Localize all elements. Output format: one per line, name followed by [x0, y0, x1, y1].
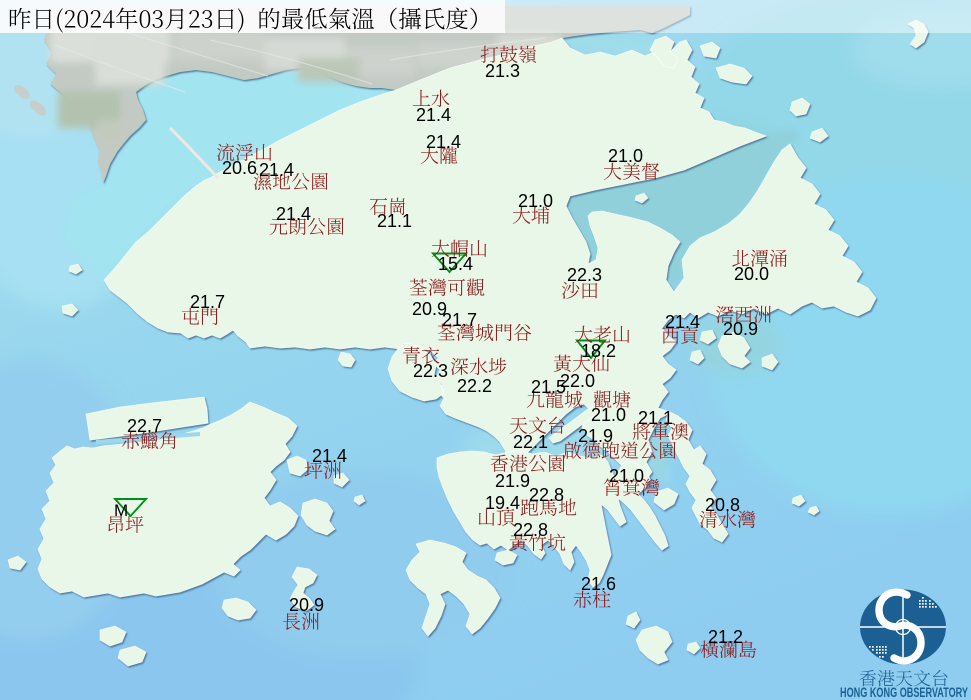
- svg-text:HONG KONG OBSERVATORY: HONG KONG OBSERVATORY: [840, 685, 968, 700]
- svg-text:22.7: 22.7: [127, 416, 162, 436]
- svg-text:22.1: 22.1: [513, 432, 548, 452]
- svg-text:21.5: 21.5: [531, 377, 566, 397]
- svg-text:21.4: 21.4: [416, 105, 451, 125]
- svg-text:20.9: 20.9: [289, 595, 324, 615]
- svg-text:22.3: 22.3: [567, 265, 602, 285]
- svg-text:21.9: 21.9: [578, 426, 613, 446]
- svg-text:21.6: 21.6: [581, 574, 616, 594]
- svg-text:20.6: 20.6: [222, 158, 257, 178]
- svg-text:21.4: 21.4: [259, 160, 294, 180]
- svg-text:21.4: 21.4: [426, 132, 461, 152]
- svg-text:21.3: 21.3: [485, 61, 520, 81]
- svg-text:15.4: 15.4: [438, 254, 473, 274]
- svg-text:21.0: 21.0: [608, 146, 643, 166]
- svg-text:21.1: 21.1: [377, 211, 412, 231]
- svg-text:21.0: 21.0: [609, 466, 644, 486]
- svg-text:19.4: 19.4: [485, 493, 520, 513]
- svg-text:21.2: 21.2: [708, 627, 743, 647]
- svg-text:18.2: 18.2: [581, 341, 616, 361]
- svg-text:21.1: 21.1: [638, 408, 673, 428]
- svg-text:21.4: 21.4: [665, 312, 700, 332]
- svg-text:21.7: 21.7: [190, 292, 225, 312]
- svg-text:21.4: 21.4: [312, 446, 347, 466]
- svg-text:20.9: 20.9: [723, 319, 758, 339]
- svg-text:22.8: 22.8: [529, 485, 564, 505]
- svg-text:20.8: 20.8: [705, 495, 740, 515]
- svg-text:20.0: 20.0: [734, 264, 769, 284]
- svg-text:21.4: 21.4: [276, 204, 311, 224]
- svg-text:21.7: 21.7: [442, 310, 477, 330]
- svg-text:21.0: 21.0: [591, 405, 626, 425]
- svg-text:21.0: 21.0: [518, 191, 553, 211]
- svg-text:21.9: 21.9: [495, 471, 530, 491]
- svg-text:22.2: 22.2: [457, 376, 492, 396]
- svg-text:22.8: 22.8: [513, 520, 548, 540]
- svg-text:M: M: [114, 501, 128, 520]
- svg-text:22.3: 22.3: [413, 361, 448, 381]
